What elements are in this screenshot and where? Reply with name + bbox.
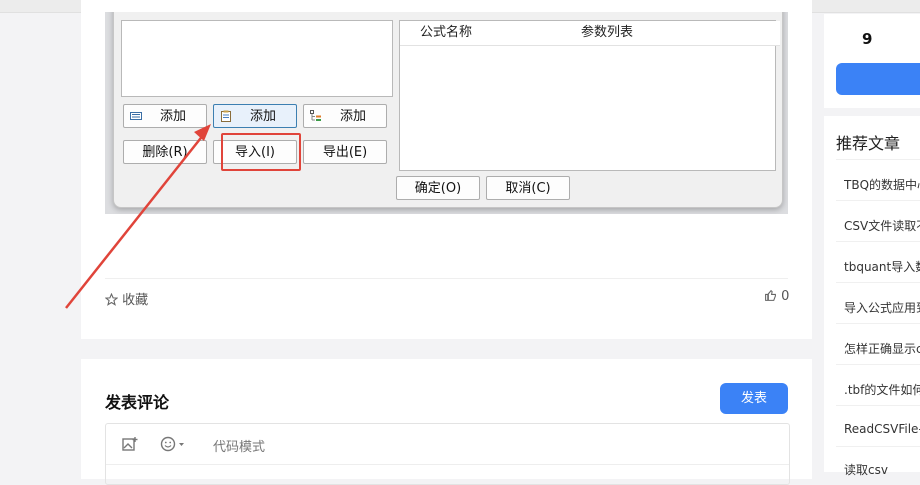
favorite-label: 收藏 bbox=[122, 293, 149, 308]
divider bbox=[836, 241, 920, 242]
divider bbox=[836, 159, 920, 160]
divider bbox=[836, 446, 920, 447]
comment-editor[interactable]: 代码模式 bbox=[105, 423, 790, 485]
recommended-item[interactable]: 读取csv bbox=[844, 461, 920, 478]
arrow-head bbox=[194, 124, 211, 141]
emoji-icon[interactable] bbox=[160, 436, 186, 452]
recommended-item[interactable]: TBQ的数据中心 bbox=[844, 176, 920, 193]
star-icon bbox=[104, 292, 119, 306]
recommended-item[interactable]: .tbf的文件如何 bbox=[844, 381, 920, 398]
divider bbox=[836, 282, 920, 283]
sidebar-author-card: 9 bbox=[824, 14, 920, 108]
divider bbox=[836, 364, 920, 365]
like-button[interactable]: 0 bbox=[764, 289, 789, 304]
image-upload-icon[interactable] bbox=[122, 436, 138, 452]
divider bbox=[836, 323, 920, 324]
article-divider bbox=[105, 278, 788, 279]
recommended-item[interactable]: 导入公式应用到 bbox=[844, 299, 920, 316]
recommended-item[interactable]: CSV文件读取不 bbox=[844, 217, 920, 234]
recommended-item[interactable]: ReadCSVFile- bbox=[844, 422, 920, 436]
favorite-button[interactable]: 收藏 bbox=[104, 289, 149, 308]
comment-title: 发表评论 bbox=[105, 393, 170, 412]
recommended-articles: 推荐文章 TBQ的数据中心 CSV文件读取不 tbquant导入数 导入公式应用… bbox=[824, 116, 920, 477]
stat-count: 9 bbox=[862, 30, 873, 48]
comment-section: 发表评论 发表 代码模式 bbox=[81, 359, 812, 485]
like-count: 0 bbox=[781, 289, 790, 304]
recommended-item[interactable]: 怎样正确显示c bbox=[844, 340, 920, 357]
recommended-item[interactable]: tbquant导入数 bbox=[844, 258, 920, 275]
publish-button[interactable]: 发表 bbox=[720, 383, 788, 414]
follow-button[interactable] bbox=[836, 63, 920, 95]
arrow-line bbox=[65, 133, 205, 309]
divider bbox=[836, 200, 920, 201]
thumbs-up-icon bbox=[765, 289, 776, 301]
editor-toolbar: 代码模式 bbox=[106, 424, 789, 465]
recommended-title: 推荐文章 bbox=[836, 134, 901, 153]
code-mode-toggle[interactable]: 代码模式 bbox=[213, 436, 265, 455]
divider bbox=[836, 405, 920, 406]
